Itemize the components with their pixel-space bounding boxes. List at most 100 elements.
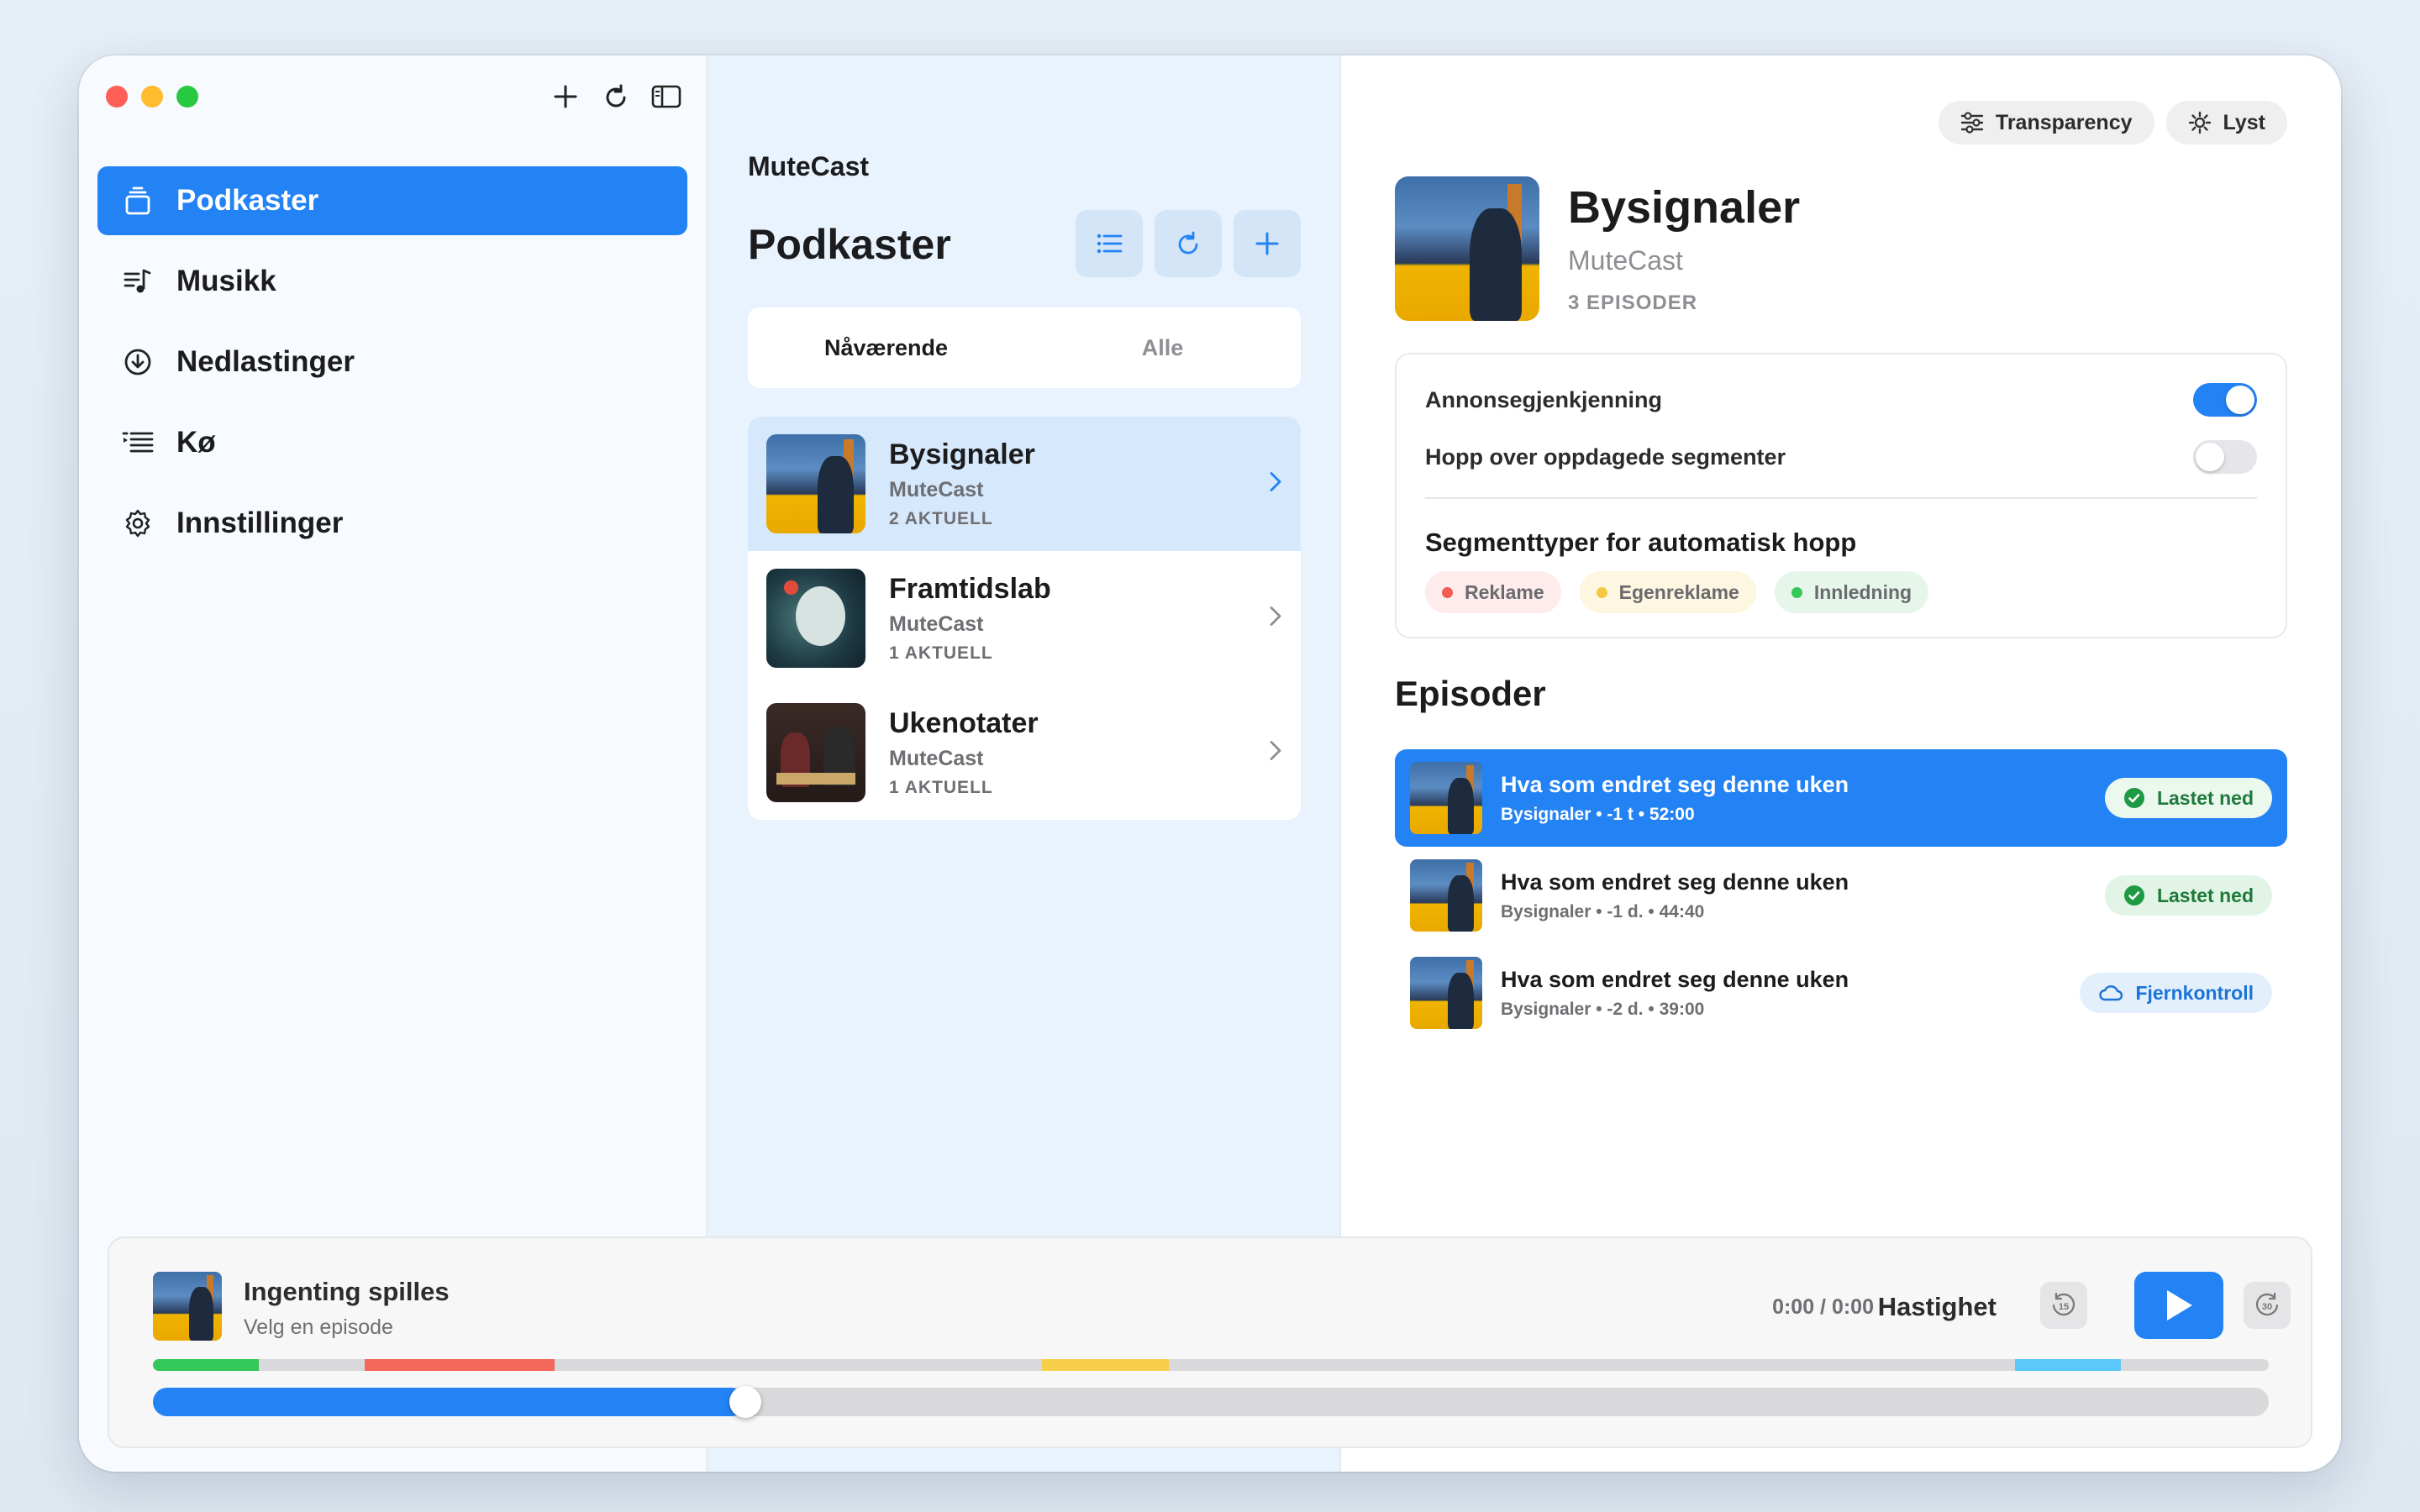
list-item[interactable]: Ukenotater MuteCast 1 AKTUELL xyxy=(748,685,1301,820)
podcast-artwork xyxy=(766,569,865,668)
episode-row[interactable]: Hva som endret seg denne uken Bysignaler… xyxy=(1395,847,2287,944)
podcast-artwork xyxy=(766,434,865,533)
episode-artwork xyxy=(1410,762,1482,834)
list-item[interactable]: Bysignaler MuteCast 2 AKTUELL xyxy=(748,417,1301,551)
zoom-window-button[interactable] xyxy=(176,86,198,108)
podcast-title: Bysignaler xyxy=(1568,182,1801,233)
podcast-publisher: MuteCast xyxy=(889,478,984,501)
podcast-header: Bysignaler MuteCast 3 EPISODER xyxy=(1395,176,1800,321)
sidebar-item-label: Kø xyxy=(176,426,216,459)
segment-control: Nåværende Alle xyxy=(748,307,1301,388)
skip-forward-button[interactable]: 30 xyxy=(2244,1282,2291,1329)
now-playing-bar: Ingenting spilles Velg en episode 0:00 /… xyxy=(108,1236,2312,1448)
sidebar-item-podcasts[interactable]: Podkaster xyxy=(97,166,687,235)
episodes-heading: Episoder xyxy=(1395,674,1546,713)
theme-label: Lyst xyxy=(2223,110,2265,134)
episode-row[interactable]: Hva som endret seg denne uken Bysignaler… xyxy=(1395,944,2287,1042)
progress-slider[interactable] xyxy=(153,1386,2269,1418)
segment-marker xyxy=(2014,1359,2121,1371)
sidebar-item-label: Nedlastinger xyxy=(176,345,355,378)
badge-label: Lastet ned xyxy=(2156,786,2254,809)
sidebar-toggle-icon[interactable] xyxy=(650,81,682,113)
podcast-title: Bysignaler xyxy=(889,438,1035,470)
podcast-artwork xyxy=(766,703,865,802)
list-icon xyxy=(1095,229,1123,258)
progress-fill xyxy=(153,1388,746,1416)
window-controls xyxy=(106,86,198,108)
episode-count: 3 EPISODER xyxy=(1568,291,1698,314)
tab-current[interactable]: Nåværende xyxy=(748,335,1024,361)
ad-settings-card: Annonsegjenkjenning Hopp over oppdagede … xyxy=(1395,353,2287,638)
badge-label: Fjernkontroll xyxy=(2135,981,2254,1004)
close-window-button[interactable] xyxy=(106,86,128,108)
minimize-window-button[interactable] xyxy=(141,86,163,108)
sun-icon xyxy=(2188,111,2212,134)
download-icon xyxy=(121,345,155,379)
podcast-list: Bysignaler MuteCast 2 AKTUELL Framtidsla… xyxy=(748,417,1301,820)
segment-type-tags: Reklame Egenreklame Innledning xyxy=(1425,571,1929,613)
chevron-right-icon xyxy=(1269,470,1282,498)
episode-meta: Bysignaler • -2 d. • 39:00 xyxy=(1501,999,1705,1019)
sidebar-item-music[interactable]: Musikk xyxy=(97,247,687,316)
transparency-button[interactable]: Transparency xyxy=(1938,101,2154,144)
downloaded-badge: Lastet ned xyxy=(2104,778,2272,818)
add-podcast-button[interactable] xyxy=(1234,210,1301,277)
now-playing-artwork xyxy=(153,1272,222,1341)
tag-label: Reklame xyxy=(1465,580,1544,603)
tag-label: Egenreklame xyxy=(1618,580,1739,603)
page-title: Podkaster xyxy=(748,221,951,268)
podcast-count: 1 AKTUELL xyxy=(889,778,993,797)
skip-forward-30-icon: 30 xyxy=(2252,1290,2282,1320)
progress-handle[interactable] xyxy=(729,1386,762,1418)
sidebar-item-label: Podkaster xyxy=(176,184,319,217)
skip-back-button[interactable]: 15 xyxy=(2040,1282,2087,1329)
podcast-publisher: MuteCast xyxy=(889,747,984,770)
refresh-button[interactable] xyxy=(1155,210,1222,277)
skip-back-15-icon: 15 xyxy=(2049,1290,2079,1320)
episode-artwork xyxy=(1410,957,1482,1029)
svg-text:30: 30 xyxy=(2262,1302,2272,1312)
tag-ad[interactable]: Reklame xyxy=(1425,571,1561,613)
now-playing-subtitle: Velg en episode xyxy=(244,1315,393,1339)
sidebar-item-downloads[interactable]: Nedlastinger xyxy=(97,328,687,396)
skip-segments-toggle[interactable] xyxy=(2193,440,2257,474)
tag-label: Innledning xyxy=(1813,580,1912,603)
speed-button[interactable]: Hastighet xyxy=(1878,1292,1996,1322)
sidebar-item-settings[interactable]: Innstillinger xyxy=(97,489,687,558)
list-view-button[interactable] xyxy=(1076,210,1143,277)
downloaded-badge: Lastet ned xyxy=(2104,875,2272,916)
podcast-artwork xyxy=(1395,176,1539,321)
episode-meta: Bysignaler • -1 d. • 44:40 xyxy=(1501,901,1705,921)
queue-icon xyxy=(121,426,155,459)
play-icon xyxy=(2162,1287,2196,1324)
music-icon xyxy=(121,265,155,298)
transparency-label: Transparency xyxy=(1995,110,2133,134)
refresh-icon[interactable] xyxy=(600,81,632,113)
tag-self-promo[interactable]: Egenreklame xyxy=(1579,571,1756,613)
podcast-count: 1 AKTUELL xyxy=(889,643,993,663)
sidebar-nav: Podkaster Musikk Nedlastinger Kø Innstil… xyxy=(97,166,687,570)
tag-intro[interactable]: Innledning xyxy=(1774,571,1929,613)
segment-types-title: Segmenttyper for automatisk hopp xyxy=(1425,528,1857,557)
plus-icon xyxy=(1254,230,1281,257)
playback-time: 0:00 / 0:00 xyxy=(1772,1295,1874,1319)
chevron-right-icon xyxy=(1269,605,1282,633)
gear-icon xyxy=(121,507,155,540)
app-name: MuteCast xyxy=(748,151,870,181)
play-button[interactable] xyxy=(2134,1272,2223,1339)
podcast-count: 2 AKTUELL xyxy=(889,509,993,528)
sidebar-item-label: Musikk xyxy=(176,265,276,297)
segment-marker xyxy=(1041,1359,1169,1371)
episode-row[interactable]: Hva som endret seg denne uken Bysignaler… xyxy=(1395,749,2287,847)
episode-artwork xyxy=(1410,859,1482,932)
theme-button[interactable]: Lyst xyxy=(2165,101,2287,144)
podcast-publisher: MuteCast xyxy=(889,612,984,636)
add-icon[interactable] xyxy=(550,81,581,113)
divider xyxy=(1425,497,2257,499)
sliders-icon xyxy=(1960,112,1984,134)
sidebar-item-queue[interactable]: Kø xyxy=(97,408,687,477)
list-item[interactable]: Framtidslab MuteCast 1 AKTUELL xyxy=(748,551,1301,685)
now-playing-title: Ingenting spilles xyxy=(244,1277,450,1306)
tab-all[interactable]: Alle xyxy=(1024,335,1301,361)
ad-detection-toggle[interactable] xyxy=(2193,383,2257,417)
